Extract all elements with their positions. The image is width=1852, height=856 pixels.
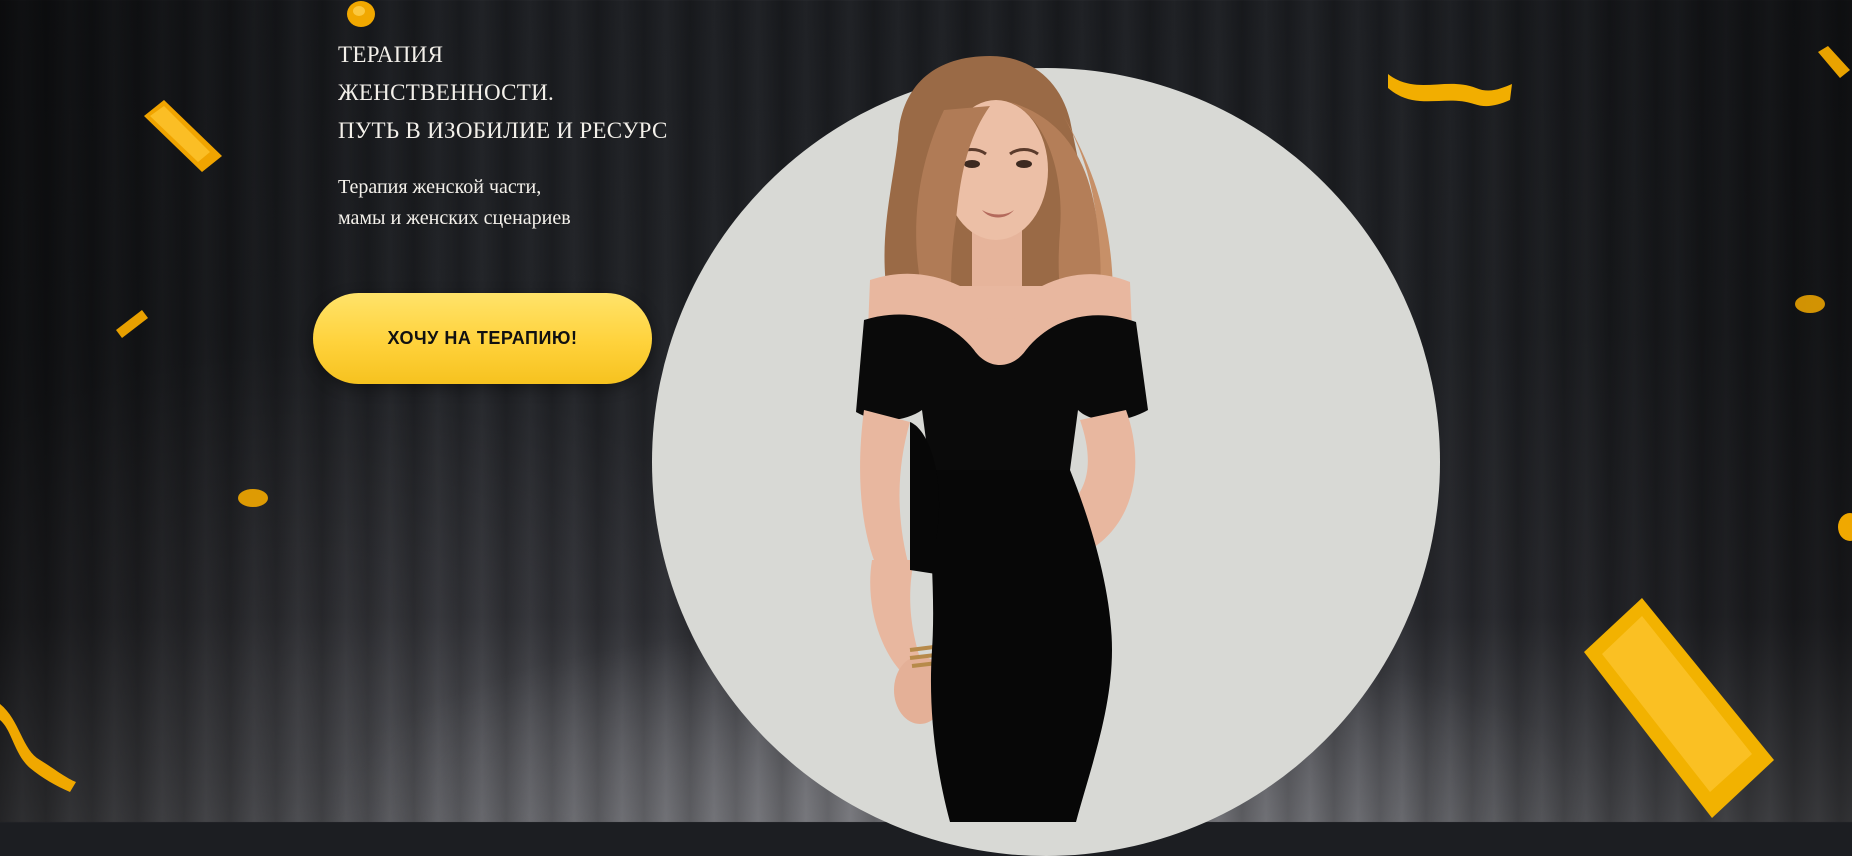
- hero-subtitle: Терапия женской части, мамы и женских сц…: [338, 172, 668, 234]
- confetti-chip-left: [116, 310, 148, 338]
- hero-subtitle-line-2: мамы и женских сценариев: [338, 207, 571, 229]
- confetti-coin-edge-right: [1838, 513, 1852, 541]
- hero-title-line-1: ТЕРАПИЯ: [338, 42, 444, 67]
- confetti-ribbon-bottom-left: [0, 704, 76, 792]
- hero-title-line-2: ЖЕНСТВЕННОСТИ.: [338, 80, 555, 105]
- cta-therapy-button[interactable]: ХОЧУ НА ТЕРАПИЮ!: [313, 293, 652, 384]
- confetti-ribbon-big-right: [1584, 598, 1774, 818]
- hero-subtitle-line-1: Терапия женской части,: [338, 176, 542, 198]
- confetti-coin-left: [238, 489, 268, 507]
- hero-text-block: ТЕРАПИЯ ЖЕНСТВЕННОСТИ. ПУТЬ В ИЗОБИЛИЕ И…: [338, 36, 668, 234]
- woman-portrait-image: [856, 56, 1148, 822]
- confetti-ribbon-top-right: [1388, 74, 1512, 107]
- hero-title-line-3: ПУТЬ В ИЗОБИЛИЕ И РЕСУРС: [338, 118, 668, 143]
- hero-title: ТЕРАПИЯ ЖЕНСТВЕННОСТИ. ПУТЬ В ИЗОБИЛИЕ И…: [338, 36, 668, 150]
- confetti-coin-top: [347, 1, 375, 27]
- confetti-ribbon-left-top: [144, 100, 222, 172]
- confetti-coin-right: [1795, 295, 1825, 313]
- confetti-chip-far-right: [1818, 46, 1850, 78]
